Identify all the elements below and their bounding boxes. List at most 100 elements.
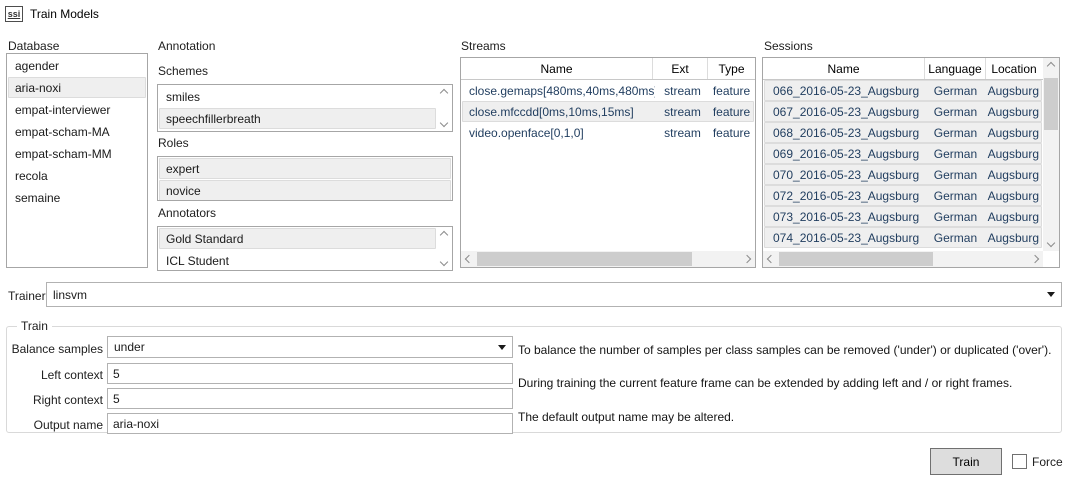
chevron-up-icon[interactable] <box>439 89 447 97</box>
sessions-col-location[interactable]: Location <box>986 58 1042 79</box>
scroll-track[interactable] <box>779 251 1027 267</box>
chevron-down-icon[interactable] <box>498 345 506 350</box>
list-item[interactable]: Gold Standard <box>159 228 436 249</box>
sessions-header: Name Language Location <box>763 58 1043 80</box>
streams-col-type[interactable]: Type <box>708 58 755 79</box>
database-listbox: agenderaria-noxiempat-interviewerempat-s… <box>6 53 148 268</box>
session-row[interactable]: 066_2016-05-23_Augsburg German Augsburg <box>764 80 1042 101</box>
database-list-item[interactable]: empat-scham-MA <box>8 121 146 142</box>
chevron-up-icon[interactable] <box>439 231 447 239</box>
list-item[interactable]: ICL Student <box>159 250 436 271</box>
schemes-label: Schemes <box>158 64 208 78</box>
session-location: Augsburg <box>986 84 1041 98</box>
annotation-label: Annotation <box>158 39 215 53</box>
session-language: German <box>925 126 985 140</box>
stream-row[interactable]: close.mfccdd[0ms,10ms,15ms] stream featu… <box>462 101 754 122</box>
output-name-label: Output name <box>10 418 103 432</box>
output-description: The default output name may be altered. <box>518 410 734 424</box>
scroll-left-arrow[interactable] <box>763 251 779 267</box>
session-row[interactable]: 073_2016-05-23_Augsburg German Augsburg <box>764 206 1042 227</box>
chevron-down-icon[interactable] <box>439 258 447 266</box>
session-location: Augsburg <box>986 147 1041 161</box>
roles-label: Roles <box>158 136 189 150</box>
sessions-col-name[interactable]: Name <box>763 58 925 79</box>
sessions-table: Name Language Location 066_2016-05-23_Au… <box>762 57 1060 268</box>
session-name: 068_2016-05-23_Augsburg <box>765 126 925 140</box>
ssi-app-icon: ssi <box>5 6 23 22</box>
session-name: 073_2016-05-23_Augsburg <box>765 210 925 224</box>
list-item[interactable]: smiles <box>159 86 436 107</box>
train-group-label: Train <box>17 319 52 333</box>
scroll-thumb[interactable] <box>477 252 692 266</box>
stream-name: close.mfccdd[0ms,10ms,15ms] <box>463 105 655 119</box>
stream-row[interactable]: close.gemaps[480ms,40ms,480ms] stream fe… <box>462 80 754 101</box>
sessions-col-language[interactable]: Language <box>925 58 986 79</box>
scroll-thumb[interactable] <box>1044 78 1058 130</box>
scroll-right-arrow[interactable] <box>739 251 755 267</box>
list-item[interactable]: novice <box>159 180 451 201</box>
trainer-combobox[interactable]: linsvm <box>46 282 1062 307</box>
database-list-item[interactable]: semaine <box>8 187 146 208</box>
output-name-input[interactable] <box>107 413 513 434</box>
train-button[interactable]: Train <box>930 448 1002 475</box>
list-item[interactable]: speechfillerbreath <box>159 108 436 129</box>
balance-samples-value: under <box>114 340 492 354</box>
streams-hscrollbar[interactable] <box>461 251 755 267</box>
database-list-item[interactable]: empat-scham-MM <box>8 143 146 164</box>
balance-samples-label: Balance samples <box>10 342 103 356</box>
database-list-item[interactable]: agender <box>8 55 146 76</box>
session-row[interactable]: 070_2016-05-23_Augsburg German Augsburg <box>764 164 1042 185</box>
session-name: 067_2016-05-23_Augsburg <box>765 105 925 119</box>
session-row[interactable]: 074_2016-05-23_Augsburg German Augsburg <box>764 227 1042 248</box>
left-context-input[interactable] <box>107 363 513 384</box>
scroll-thumb[interactable] <box>779 252 933 266</box>
streams-col-ext[interactable]: Ext <box>653 58 708 79</box>
window-title: Train Models <box>30 7 99 21</box>
right-context-input[interactable] <box>107 388 513 409</box>
annotators-label: Annotators <box>158 206 216 220</box>
scroll-track[interactable] <box>1043 74 1059 235</box>
streams-header: Name Ext Type <box>461 58 755 80</box>
streams-col-name[interactable]: Name <box>461 58 653 79</box>
sessions-hscrollbar[interactable] <box>763 251 1043 267</box>
session-row[interactable]: 067_2016-05-23_Augsburg German Augsburg <box>764 101 1042 122</box>
balance-samples-combobox[interactable]: under <box>107 336 513 358</box>
schemes-listbox: smilesspeechfillerbreath <box>157 84 453 132</box>
annotators-scrollbar[interactable] <box>436 228 451 269</box>
chevron-down-icon[interactable] <box>1047 292 1055 297</box>
session-row[interactable]: 068_2016-05-23_Augsburg German Augsburg <box>764 122 1042 143</box>
right-context-label: Right context <box>10 393 103 407</box>
scroll-right-arrow[interactable] <box>1027 251 1043 267</box>
sessions-vscrollbar[interactable] <box>1043 58 1059 251</box>
list-item[interactable]: expert <box>159 158 451 179</box>
context-description: During training the current feature fram… <box>518 376 1012 390</box>
session-language: German <box>925 231 985 245</box>
scroll-down-arrow[interactable] <box>1043 235 1059 251</box>
session-language: German <box>925 105 985 119</box>
force-checkbox[interactable] <box>1012 454 1027 469</box>
scroll-up-arrow[interactable] <box>1043 58 1059 74</box>
stream-type: feature <box>710 105 753 119</box>
session-row[interactable]: 072_2016-05-23_Augsburg German Augsburg <box>764 185 1042 206</box>
stream-name: video.openface[0,1,0] <box>463 126 655 140</box>
stream-row[interactable]: video.openface[0,1,0] stream feature <box>462 122 754 143</box>
session-language: German <box>925 168 985 182</box>
database-list-item[interactable]: aria-noxi <box>8 77 146 98</box>
stream-ext: stream <box>655 105 710 119</box>
database-list-item[interactable]: empat-interviewer <box>8 99 146 120</box>
session-row[interactable]: 069_2016-05-23_Augsburg German Augsburg <box>764 143 1042 164</box>
database-list-item[interactable]: recola <box>8 165 146 186</box>
session-name: 074_2016-05-23_Augsburg <box>765 231 925 245</box>
session-location: Augsburg <box>986 168 1041 182</box>
stream-name: close.gemaps[480ms,40ms,480ms] <box>463 84 655 98</box>
scroll-left-arrow[interactable] <box>461 251 477 267</box>
schemes-scrollbar[interactable] <box>436 86 451 130</box>
session-location: Augsburg <box>986 231 1041 245</box>
window-titlebar: ssi Train Models <box>5 5 99 23</box>
session-location: Augsburg <box>986 105 1041 119</box>
session-language: German <box>925 147 985 161</box>
roles-listbox: expertnovice <box>157 156 453 201</box>
chevron-down-icon[interactable] <box>439 119 447 127</box>
database-label: Database <box>8 39 59 53</box>
scroll-track[interactable] <box>477 251 739 267</box>
